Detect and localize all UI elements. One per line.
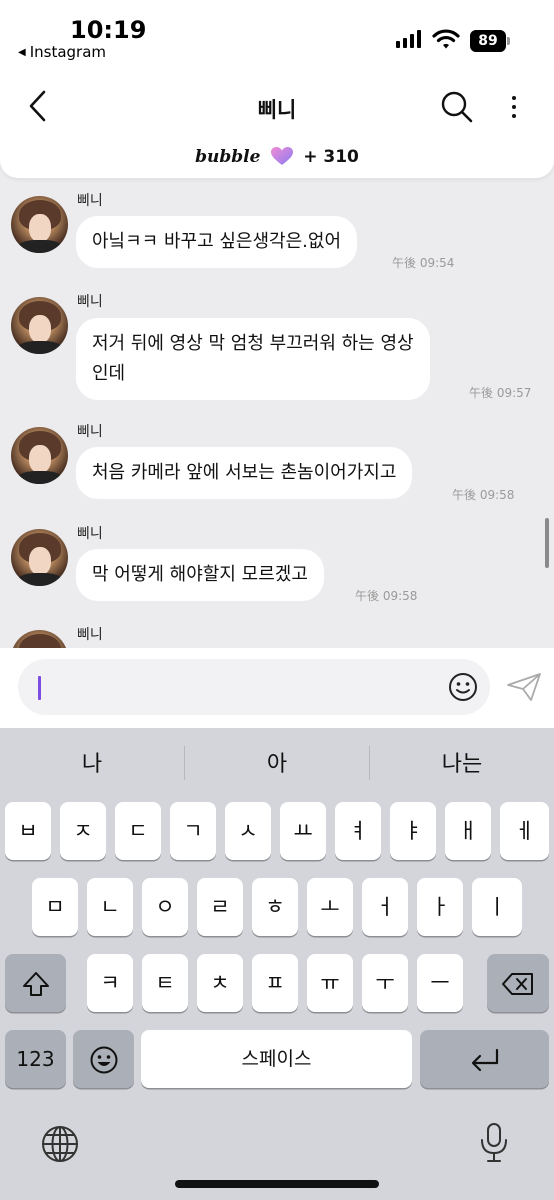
key[interactable]: ㅋ	[87, 954, 133, 1012]
return-key[interactable]	[420, 1030, 549, 1088]
key[interactable]: ㄱ	[170, 802, 216, 860]
status-bar: 10:19 ◀ Instagram 89	[0, 0, 554, 70]
subscription-badge: bubble + 310	[0, 146, 554, 167]
more-vertical-icon[interactable]	[504, 92, 524, 122]
backspace-icon	[502, 973, 533, 995]
avatar[interactable]	[11, 196, 68, 253]
suggestion-item[interactable]: 나는	[370, 746, 554, 778]
key[interactable]: ㄹ	[197, 878, 243, 936]
key[interactable]: ㅓ	[362, 878, 408, 936]
chat-header: 삐니 bubble + 310	[0, 70, 554, 178]
suggestion-item[interactable]: 아	[185, 746, 369, 778]
cellular-signal-icon	[396, 30, 421, 48]
key[interactable]: ㅗ	[307, 878, 353, 936]
avatar[interactable]	[11, 297, 68, 354]
heart-icon	[270, 147, 293, 165]
globe-icon[interactable]	[40, 1124, 80, 1164]
sender-name: 삐니	[77, 627, 103, 643]
message-bubble[interactable]: 처음 카메라 앞에 서보는 촌놈이어가지고	[76, 447, 413, 499]
key[interactable]: ㅏ	[417, 878, 463, 936]
send-icon[interactable]	[506, 672, 542, 702]
message-time: 午後 09:58	[355, 589, 418, 603]
key[interactable]: ㄴ	[87, 878, 133, 936]
back-triangle-icon: ◀	[18, 46, 26, 58]
key[interactable]: ㅈ	[60, 802, 106, 860]
key[interactable]: ㅑ	[390, 802, 436, 860]
key[interactable]: ㅕ	[335, 802, 381, 860]
subscription-count: + 310	[303, 147, 359, 167]
backspace-key[interactable]	[487, 954, 549, 1012]
emoji-keyboard-icon	[90, 1046, 117, 1074]
message-time: 午後 09:58	[452, 488, 515, 502]
message-bubble[interactable]: 막 어떻게 해야할지 모르겠고	[76, 549, 324, 601]
message-input[interactable]	[18, 659, 490, 715]
key[interactable]: ㅎ	[252, 878, 298, 936]
shift-key[interactable]	[5, 954, 66, 1012]
text-caret	[38, 676, 41, 700]
key[interactable]: ㅍ	[252, 954, 298, 1012]
key[interactable]: ㅐ	[445, 802, 491, 860]
bubble-brand-label: bubble	[195, 147, 261, 167]
message-time: 午後 09:54	[392, 256, 455, 270]
message-time: 午後 09:57	[469, 386, 532, 400]
chat-list[interactable]: 삐니 아닠ㅋㅋ 바꾸고 싶은생각은.없어 午後 09:54 삐니 저거 뒤에 영…	[0, 178, 554, 648]
avatar[interactable]	[11, 630, 68, 648]
search-icon[interactable]	[440, 90, 474, 124]
suggestion-item[interactable]: 나	[0, 746, 184, 778]
key[interactable]: ㅔ	[500, 802, 549, 860]
key[interactable]: ㅇ	[142, 878, 188, 936]
microphone-icon[interactable]	[478, 1122, 510, 1164]
back-app-label: Instagram	[29, 43, 107, 61]
sender-name: 삐니	[77, 193, 103, 209]
back-to-app-link[interactable]: ◀ Instagram	[18, 43, 106, 61]
sender-name: 삐니	[77, 424, 103, 440]
keyboard: 나 아 나는 ㅂ ㅈ ㄷ ㄱ ㅅ ㅛ ㅕ ㅑ ㅐ ㅔ ㅁ ㄴ ㅇ ㄹ ㅎ ㅗ ㅓ…	[0, 728, 554, 1200]
key[interactable]: ㅌ	[142, 954, 188, 1012]
key[interactable]: ㅛ	[280, 802, 326, 860]
key[interactable]: ㅅ	[225, 802, 271, 860]
key[interactable]: ㅡ	[417, 954, 463, 1012]
key[interactable]: ㄷ	[115, 802, 161, 860]
key[interactable]: ㅜ	[362, 954, 408, 1012]
shift-icon	[22, 972, 49, 996]
key[interactable]: ㅂ	[5, 802, 51, 860]
message-composer	[0, 648, 554, 728]
sender-name: 삐니	[77, 294, 103, 310]
smiley-icon[interactable]	[448, 672, 478, 702]
return-icon	[471, 1048, 498, 1072]
space-key[interactable]: 스페이스	[141, 1030, 412, 1088]
key[interactable]: ㅊ	[197, 954, 243, 1012]
sender-name: 삐니	[77, 526, 103, 542]
suggestion-bar: 나 아 나는	[0, 728, 554, 798]
wifi-icon	[432, 29, 460, 49]
key[interactable]: ㅁ	[32, 878, 78, 936]
home-indicator	[175, 1180, 379, 1188]
avatar[interactable]	[11, 427, 68, 484]
avatar[interactable]	[11, 529, 68, 586]
key[interactable]: ㅣ	[472, 878, 522, 936]
status-time: 10:19	[70, 16, 147, 44]
key[interactable]: ㅠ	[307, 954, 353, 1012]
numbers-key[interactable]: 123	[5, 1030, 66, 1088]
message-bubble[interactable]: 아닠ㅋㅋ 바꾸고 싶은생각은.없어	[76, 216, 358, 268]
battery-indicator: 89	[470, 30, 510, 52]
message-bubble[interactable]: 저거 뒤에 영상 막 엄청 부끄러워 하는 영상 인데	[76, 318, 430, 400]
emoji-keyboard-key[interactable]	[73, 1030, 134, 1088]
scrollbar[interactable]	[545, 518, 549, 568]
